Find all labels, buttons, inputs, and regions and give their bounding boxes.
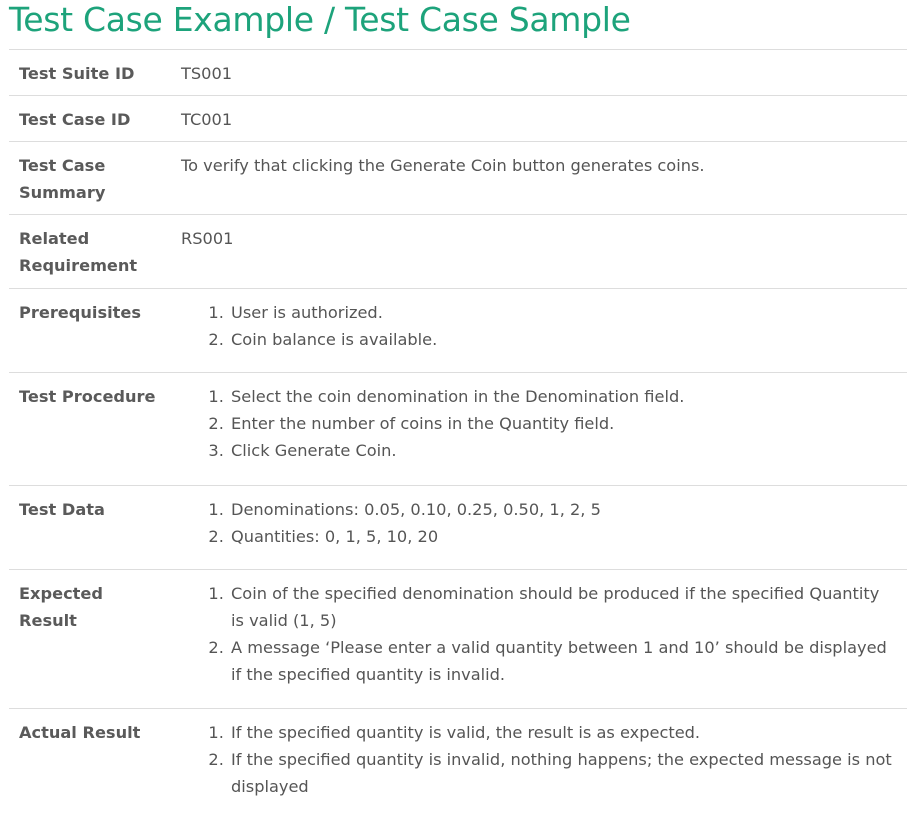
list-item: Denominations: 0.05, 0.10, 0.25, 0.50, 1… (229, 496, 897, 523)
test-data-list: Denominations: 0.05, 0.10, 0.25, 0.50, 1… (181, 496, 897, 550)
page-title: Test Case Example / Test Case Sample (9, 0, 631, 39)
row-value: RS001 (181, 229, 234, 248)
list-item: Enter the number of coins in the Quantit… (229, 410, 897, 437)
table-row: Related Requirement RS001 (9, 214, 907, 289)
row-label: Test Suite ID (19, 64, 135, 83)
table-row: Test Suite ID TS001 (9, 49, 907, 96)
list-item: User is authorized. (229, 299, 897, 326)
list-item: If the specified quantity is valid, the … (229, 719, 897, 746)
table-row: Test Case Summary To verify that clicking… (9, 141, 907, 215)
table-row: Actual Result If the specified quantity … (9, 708, 907, 819)
row-label: Test Case ID (19, 110, 131, 129)
list-item: Click Generate Coin. (229, 437, 897, 464)
row-label: Test Data (19, 500, 105, 519)
table-row: Expected Result Coin of the specified de… (9, 569, 907, 709)
row-label: Expected Result (19, 584, 103, 630)
table-row: Test Procedure Select the coin denominat… (9, 372, 907, 486)
table-row: Test Data Denominations: 0.05, 0.10, 0.2… (9, 485, 907, 570)
row-value: TS001 (181, 64, 233, 83)
list-item: A message ‘Please enter a valid quantity… (229, 634, 897, 688)
prerequisites-list: User is authorized. Coin balance is avai… (181, 299, 897, 353)
list-item: If the specified quantity is invalid, no… (229, 746, 897, 800)
expected-result-list: Coin of the specified denomination shoul… (181, 580, 897, 688)
row-value: To verify that clicking the Generate Coi… (181, 156, 705, 175)
list-item: Coin of the specified denomination shoul… (229, 580, 897, 634)
table-row: Prerequisites User is authorized. Coin b… (9, 288, 907, 373)
test-case-table: Test Suite ID TS001 Test Case ID TC001 Tes… (9, 49, 907, 819)
actual-result-list: If the specified quantity is valid, the … (181, 719, 897, 800)
table-row: Test Case ID TC001 (9, 95, 907, 142)
list-item: Quantities: 0, 1, 5, 10, 20 (229, 523, 897, 550)
row-label: Related Requirement (19, 229, 138, 275)
row-label: Test Case Summary (19, 156, 106, 202)
list-item: Coin balance is available. (229, 326, 897, 353)
row-label: Test Procedure (19, 387, 156, 406)
procedure-list: Select the coin denomination in the Deno… (181, 383, 897, 464)
row-value: TC001 (181, 110, 233, 129)
row-label: Actual Result (19, 723, 141, 742)
list-item: Select the coin denomination in the Deno… (229, 383, 897, 410)
row-label: Prerequisites (19, 303, 141, 322)
